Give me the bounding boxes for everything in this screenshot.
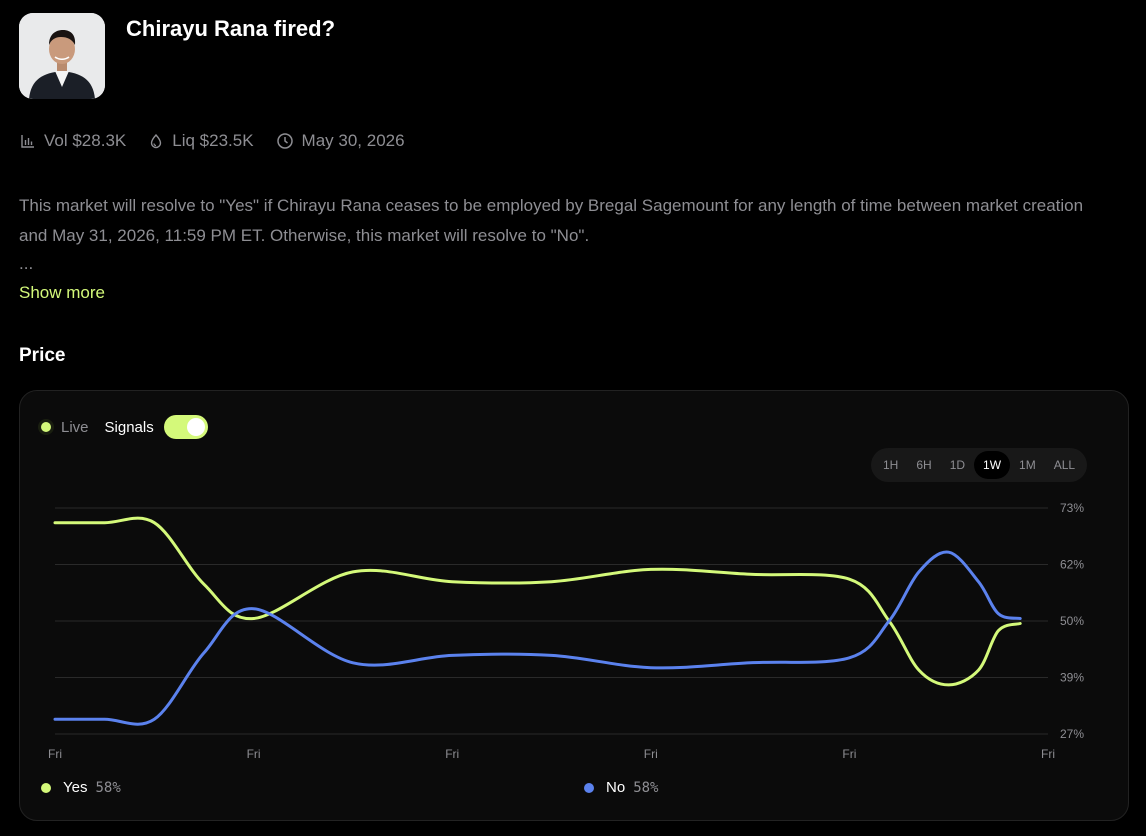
legend-no: No 58% <box>584 779 658 796</box>
price-line-chart: 73% 62% 50% 39% 27% Fri Fri Fri Fri Fri Fri <box>48 501 1084 761</box>
y-tick-label: 73% <box>1060 501 1084 515</box>
x-tick-label: Fri <box>1041 747 1055 761</box>
y-tick-label: 50% <box>1060 614 1084 628</box>
x-tick-label: Fri <box>247 747 261 761</box>
x-tick-label: Fri <box>445 747 459 761</box>
legend-yes-value: 58% <box>95 779 121 796</box>
y-tick-label: 39% <box>1060 671 1084 685</box>
legend-yes: Yes 58% <box>41 779 121 796</box>
legend-no-dot <box>584 782 594 793</box>
y-tick-label: 27% <box>1060 727 1084 741</box>
x-tick-label: Fri <box>48 747 62 761</box>
legend-no-name: No <box>606 779 626 796</box>
legend-no-value: 58% <box>633 779 659 796</box>
legend-yes-name: Yes <box>63 779 88 796</box>
x-tick-label: Fri <box>644 747 658 761</box>
y-tick-label: 62% <box>1060 558 1084 572</box>
x-tick-label: Fri <box>842 747 856 761</box>
legend-yes-dot <box>41 782 51 793</box>
